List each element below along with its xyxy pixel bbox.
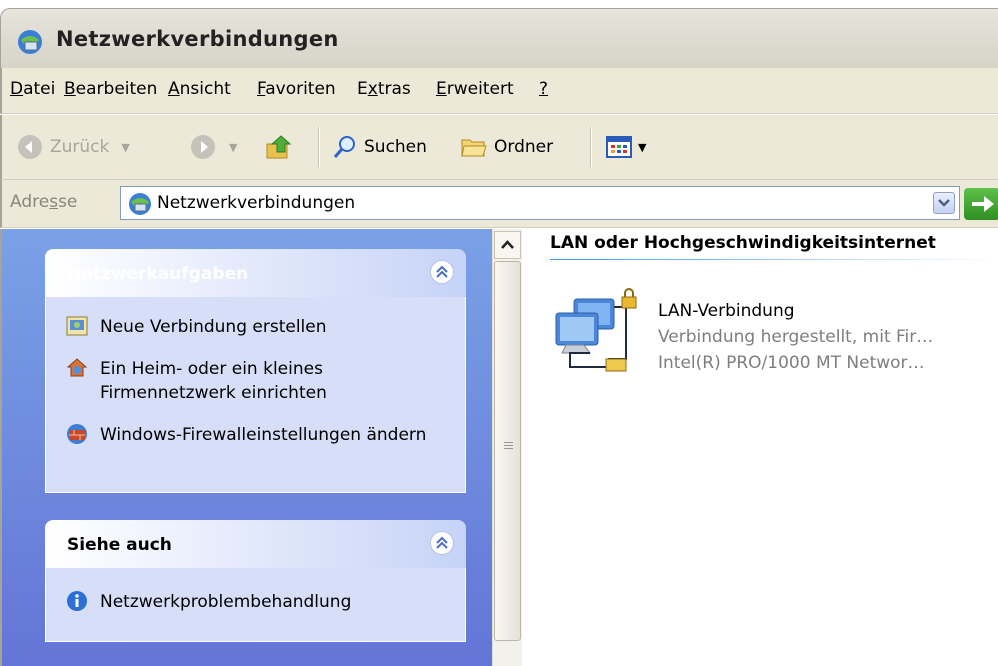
menu-favoriten[interactable]: Favoriten xyxy=(257,79,336,99)
up-folder-button[interactable] xyxy=(264,130,294,164)
scroll-up-button[interactable] xyxy=(494,231,521,259)
forward-dropdown-icon[interactable]: ▼ xyxy=(229,141,237,154)
go-button[interactable] xyxy=(964,188,998,220)
toolbar: Zurück ▼ ▼ Suchen Ordner ▼ xyxy=(0,115,998,180)
address-field[interactable]: Netzwerkverbindungen xyxy=(120,186,960,220)
toolbar-separator xyxy=(590,127,592,167)
new-connection-icon xyxy=(66,316,88,336)
scroll-grip-icon xyxy=(504,442,513,450)
tasks-panel-title: Netzwerkaufgaben xyxy=(67,264,249,284)
scroll-thumb[interactable] xyxy=(494,261,521,641)
collapse-see-also-button[interactable] xyxy=(430,531,454,555)
task-pane: Netzwerkaufgaben Neue Verbindung erstell… xyxy=(0,229,492,666)
home-network-icon xyxy=(66,358,88,377)
firewall-icon xyxy=(67,424,87,444)
menu-bearbeiten[interactable]: Bearbeiten xyxy=(64,79,157,99)
views-icon xyxy=(606,136,632,158)
group-divider xyxy=(550,259,998,260)
menu-ansicht[interactable]: Ansicht xyxy=(168,79,231,99)
lan-connection-icon[interactable] xyxy=(550,287,646,383)
see-also-panel: Netzwerkproblembehandlung xyxy=(45,568,466,642)
go-arrow-icon xyxy=(972,196,994,212)
info-icon xyxy=(67,591,87,611)
menu-erweitert[interactable]: Erweitert xyxy=(436,79,514,99)
back-arrow-icon xyxy=(18,135,42,159)
see-also-panel-header[interactable]: Siehe auch xyxy=(45,520,466,568)
back-button[interactable]: Zurück ▼ xyxy=(16,130,130,164)
connection-status: Verbindung hergestellt, mit Fir… xyxy=(658,327,934,347)
views-button[interactable]: ▼ xyxy=(606,130,646,164)
chevron-up-icon xyxy=(501,240,514,249)
chevron-double-up-icon xyxy=(436,265,448,278)
address-value: Netzwerkverbindungen xyxy=(157,193,356,213)
network-connections-icon xyxy=(129,193,151,215)
folders-label: Ordner xyxy=(494,137,554,157)
address-bar: Adresse Netzwerkverbindungen xyxy=(0,180,998,228)
see-also-panel-title: Siehe auch xyxy=(67,535,172,555)
forward-arrow-icon xyxy=(191,135,215,159)
views-dropdown-icon: ▼ xyxy=(638,140,647,154)
up-folder-icon xyxy=(266,135,292,159)
task-label: Ein Heim- oder ein kleines Firmennetzwer… xyxy=(100,359,327,403)
menu-help[interactable]: ? xyxy=(539,79,548,99)
content-area: LAN oder Hochgeschwindigkeitsinternet LA… xyxy=(522,229,998,666)
menu-extras[interactable]: Extras xyxy=(357,79,411,99)
collapse-tasks-button[interactable] xyxy=(430,260,454,284)
task-label: Neue Verbindung erstellen xyxy=(100,317,327,337)
address-label: Adresse xyxy=(10,192,78,212)
connection-name[interactable]: LAN-Verbindung xyxy=(658,301,795,321)
menu-bar: Datei Bearbeiten Ansicht Favoriten Extra… xyxy=(0,68,998,114)
network-connections-icon xyxy=(18,30,42,54)
toolbar-separator xyxy=(318,127,320,167)
vertical-scrollbar[interactable] xyxy=(492,229,522,666)
search-label: Suchen xyxy=(364,137,427,157)
chevron-double-up-icon xyxy=(436,536,448,549)
window-title: Netzwerkverbindungen xyxy=(56,27,339,51)
search-icon xyxy=(333,136,355,158)
folder-icon xyxy=(461,139,487,157)
task-label: Netzwerkproblembehandlung xyxy=(100,592,352,612)
connection-device: Intel(R) PRO/1000 MT Networ… xyxy=(658,353,925,373)
back-dropdown-icon[interactable]: ▼ xyxy=(121,141,129,154)
tasks-panel: Neue Verbindung erstellen Ein Heim- oder… xyxy=(45,297,466,493)
menu-datei[interactable]: Datei xyxy=(10,79,55,99)
task-label: Windows-Firewalleinstellungen ändern xyxy=(100,425,427,445)
search-button[interactable]: Suchen xyxy=(332,130,427,164)
tasks-panel-header[interactable]: Netzwerkaufgaben xyxy=(45,249,466,297)
title-bar[interactable]: Netzwerkverbindungen xyxy=(0,0,998,69)
chevron-down-icon xyxy=(938,199,950,207)
address-dropdown-button[interactable] xyxy=(933,192,955,214)
back-label: Zurück xyxy=(50,137,110,157)
folders-button[interactable]: Ordner xyxy=(460,130,553,164)
group-header: LAN oder Hochgeschwindigkeitsinternet xyxy=(550,233,936,253)
forward-button[interactable]: ▼ xyxy=(189,130,237,164)
